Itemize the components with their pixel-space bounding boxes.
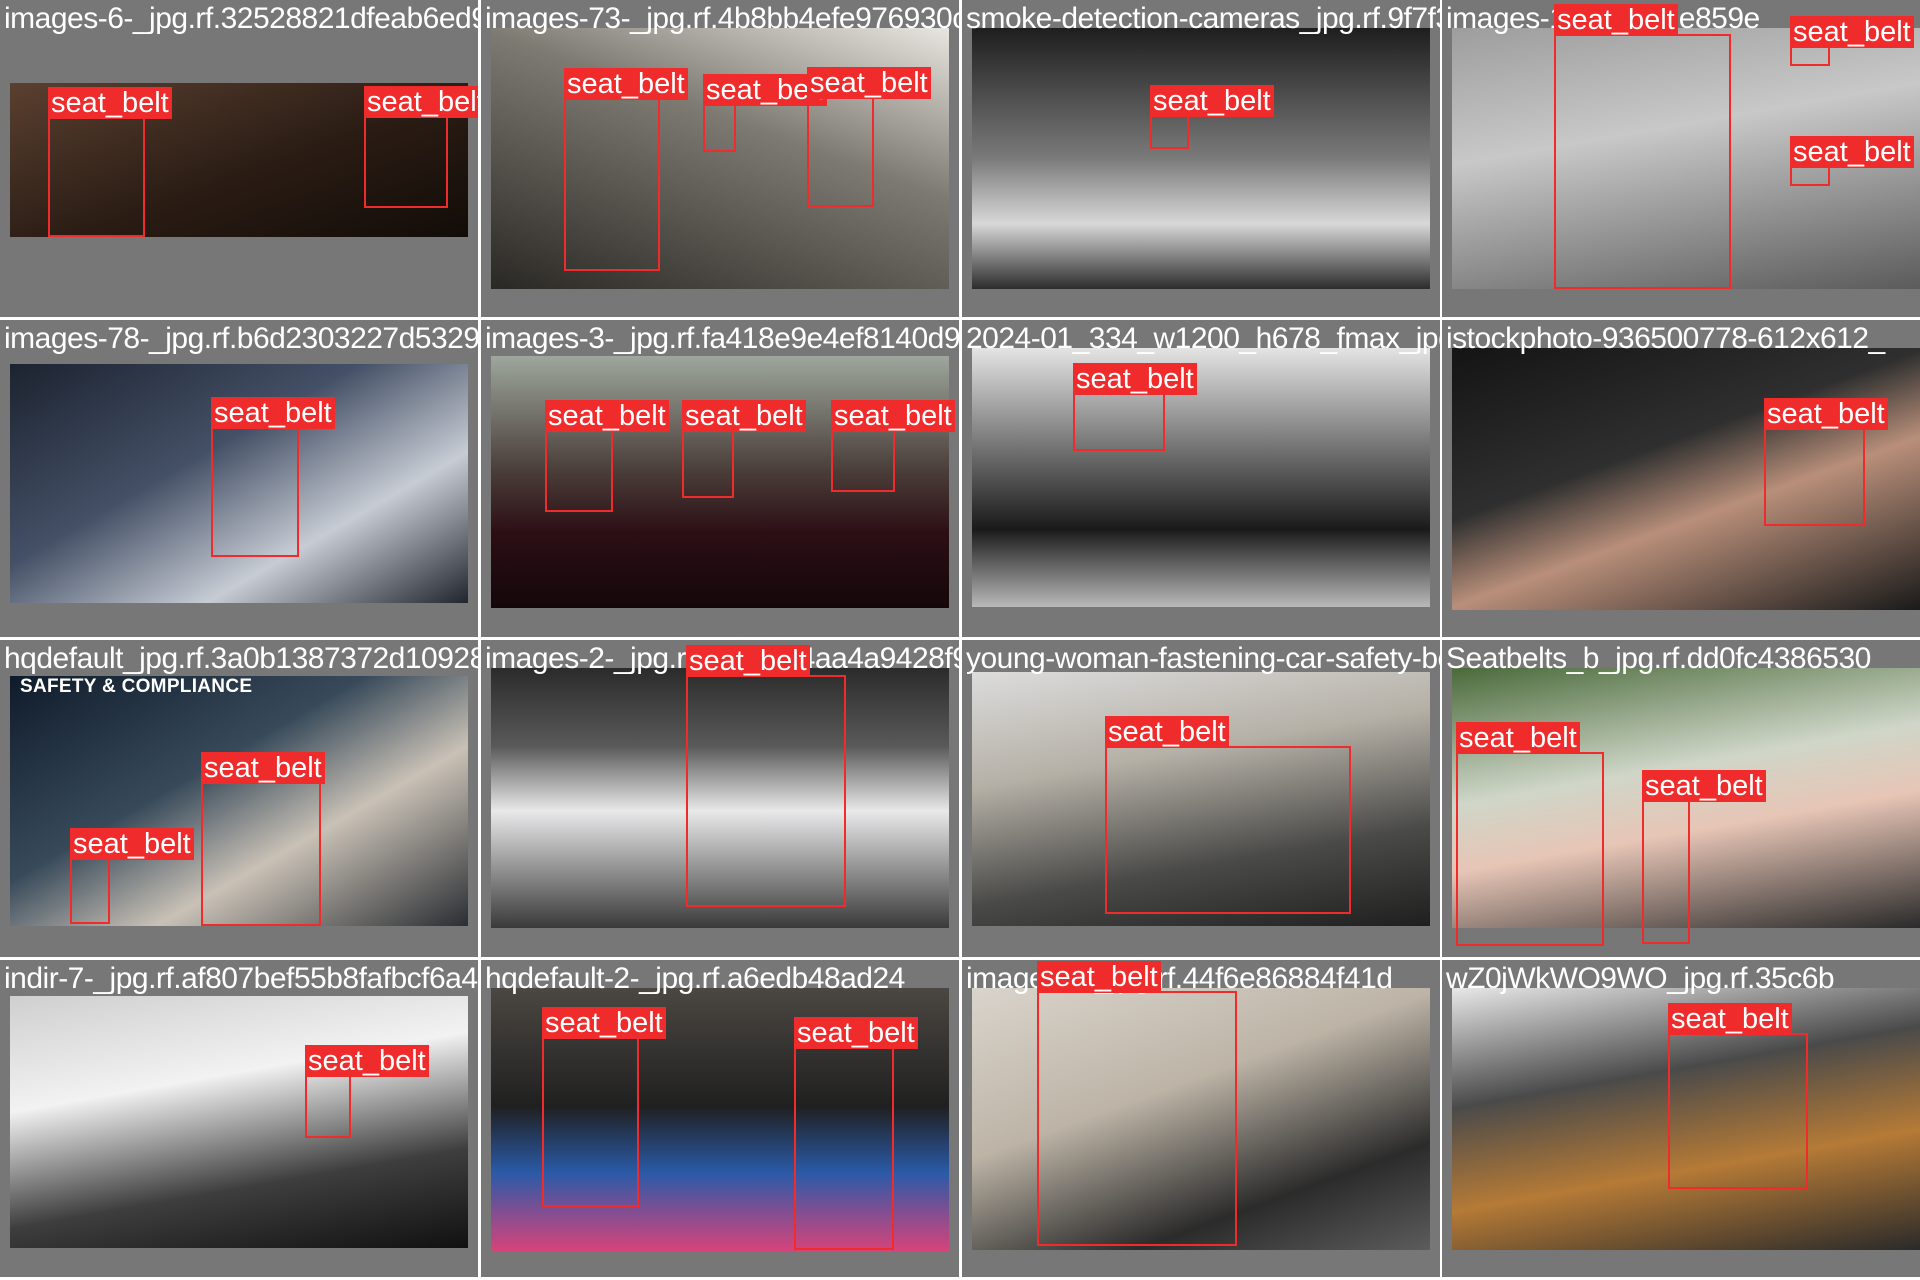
- tile: hqdefault_jpg.rf.3a0b1387372d10928dfa2d5…: [0, 640, 478, 957]
- box-label: seat_belt: [794, 1017, 918, 1049]
- filename-label: young-woman-fastening-car-safety-belt: [966, 642, 1440, 675]
- tile: hqdefault-2-_jpg.rf.a6edb48ad24 seat_bel…: [481, 960, 959, 1277]
- filename-label: images-78-_jpg.rf.b6d2303227d53295ae6de: [4, 322, 478, 355]
- box-label: seat_belt: [211, 397, 335, 429]
- detection-box: seat_belt: [305, 1045, 429, 1138]
- tile: wZ0jWkWO9WO_jpg.rf.35c6b seat_belt: [1442, 960, 1920, 1277]
- tile: images-1-_jpg.rf.44f6e86884f41d seat_bel…: [962, 960, 1440, 1277]
- box-label: seat_belt: [1456, 722, 1580, 754]
- box-label: seat_belt: [1150, 85, 1274, 117]
- filename-label: hqdefault_jpg.rf.3a0b1387372d10928dfa2d5: [4, 642, 478, 675]
- detection-box: seat_belt: [1790, 16, 1914, 66]
- detection-box: seat_belt: [542, 1007, 666, 1207]
- filename-label: images-73-_jpg.rf.4b8bb4efe976930c9fede: [485, 2, 959, 35]
- detection-box: seat_belt: [703, 74, 827, 152]
- photo: [972, 348, 1430, 607]
- tile: smoke-detection-cameras_jpg.rf.9f7f3f29 …: [962, 0, 1440, 317]
- tile: indir-7-_jpg.rf.af807bef55b8fafbcf6a4d s…: [0, 960, 478, 1277]
- detection-box: seat_belt: [211, 397, 335, 557]
- box-label: seat_belt: [1073, 363, 1197, 395]
- filename-label: images-6-_jpg.rf.32528821dfeab6ed95f0732: [4, 2, 478, 35]
- box-label: seat_belt: [1790, 16, 1914, 48]
- filename-label: istockphoto-936500778-612x612_: [1446, 322, 1885, 355]
- box-label: seat_belt: [201, 752, 325, 784]
- box-label: seat_belt: [1790, 136, 1914, 168]
- detection-box: seat_belt: [686, 645, 846, 907]
- tile: images-2-_jpg.rf.b6562d4aa4a9428f94 seat…: [481, 640, 959, 957]
- tile: 2024-01_334_w1200_h678_fmax_jpg.rf.e sea…: [962, 320, 1440, 637]
- box-label: seat_belt: [807, 67, 931, 99]
- filename-label: 2024-01_334_w1200_h678_fmax_jpg.rf.e: [966, 322, 1440, 355]
- tile: images-6-_jpg.rf.32528821dfeab6ed95f0732…: [0, 0, 478, 317]
- detection-box: seat_belt: [1668, 1003, 1808, 1189]
- detection-box: seat_belt: [545, 400, 669, 512]
- box-label: seat_belt: [831, 400, 955, 432]
- box-label: seat_belt: [545, 400, 669, 432]
- detection-box: seat_belt: [831, 400, 955, 492]
- tile: young-woman-fastening-car-safety-belt se…: [962, 640, 1440, 957]
- box-label: seat_belt: [70, 828, 194, 860]
- tile: images-10-_jpg.rf.e859e seat_belt seat_b…: [1442, 0, 1920, 317]
- detection-box: seat_belt: [1037, 961, 1237, 1246]
- box-label: seat_belt: [682, 400, 806, 432]
- detection-box: seat_belt: [70, 828, 194, 924]
- tile: istockphoto-936500778-612x612_ seat_belt: [1442, 320, 1920, 637]
- overlay-title: SAFETY & COMPLIANCE: [20, 676, 253, 697]
- box-label: seat_belt: [1554, 4, 1678, 36]
- box-label: seat_belt: [564, 68, 688, 100]
- mosaic-grid: images-6-_jpg.rf.32528821dfeab6ed95f0732…: [0, 0, 1920, 1280]
- detection-box: seat_belt: [1554, 4, 1731, 289]
- detection-box: seat_belt: [48, 87, 172, 237]
- filename-label: images-3-_jpg.rf.fa418e9e4ef8140d953: [485, 322, 959, 355]
- detection-box: seat_belt: [1150, 85, 1274, 149]
- filename-label: Seatbelts_b_jpg.rf.dd0fc4386530: [1446, 642, 1871, 675]
- filename-label: hqdefault-2-_jpg.rf.a6edb48ad24: [485, 962, 905, 995]
- box-label: seat_belt: [686, 645, 810, 677]
- filename-label: indir-7-_jpg.rf.af807bef55b8fafbcf6a4d: [4, 962, 478, 995]
- box-label: seat_belt: [364, 86, 478, 118]
- filename-label: wZ0jWkWO9WO_jpg.rf.35c6b: [1446, 962, 1835, 995]
- detection-box: seat_belt: [1073, 363, 1197, 451]
- detection-box: seat_belt: [1105, 716, 1351, 914]
- box-label: seat_belt: [48, 87, 172, 119]
- photo: [10, 996, 468, 1248]
- filename-label: smoke-detection-cameras_jpg.rf.9f7f3f29: [966, 2, 1440, 35]
- box-label: seat_belt: [1642, 770, 1766, 802]
- box-label: seat_belt: [1668, 1003, 1792, 1035]
- box-label: seat_belt: [1037, 961, 1161, 993]
- tile: Seatbelts_b_jpg.rf.dd0fc4386530 seat_bel…: [1442, 640, 1920, 957]
- detection-box: seat_belt: [682, 400, 806, 498]
- detection-box: seat_belt: [1456, 722, 1604, 946]
- detection-box: seat_belt: [1642, 770, 1766, 944]
- detection-box: seat_belt: [364, 86, 478, 208]
- detection-box: seat_belt: [564, 68, 688, 271]
- tile: images-73-_jpg.rf.4b8bb4efe976930c9fede …: [481, 0, 959, 317]
- tile: images-78-_jpg.rf.b6d2303227d53295ae6de …: [0, 320, 478, 637]
- photo: [972, 28, 1430, 289]
- tile: images-3-_jpg.rf.fa418e9e4ef8140d953 sea…: [481, 320, 959, 637]
- box-label: seat_belt: [1764, 398, 1888, 430]
- detection-box: seat_belt: [794, 1017, 918, 1250]
- detection-box: seat_belt: [1790, 136, 1914, 186]
- detection-box: seat_belt: [1764, 398, 1888, 526]
- box-label: seat_belt: [542, 1007, 666, 1039]
- detection-box: seat_belt: [201, 752, 325, 926]
- box-label: seat_belt: [1105, 716, 1229, 748]
- detection-box: seat_belt: [807, 67, 931, 207]
- box-label: seat_belt: [305, 1045, 429, 1077]
